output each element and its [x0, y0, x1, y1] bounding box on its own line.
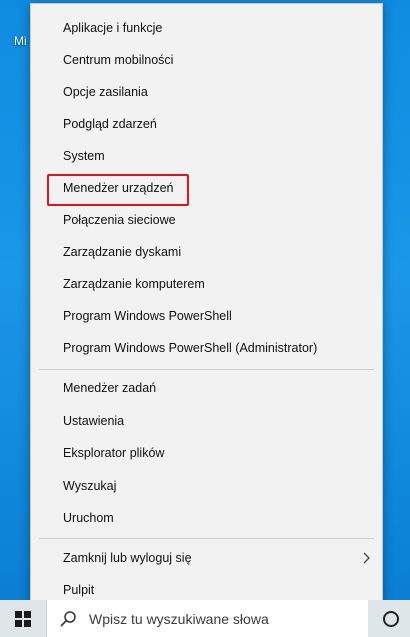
menu-item-zarzadzanie-komputerem[interactable]: Zarządzanie komputerem [31, 268, 382, 300]
menu-item-powershell-admin[interactable]: Program Windows PowerShell (Administrato… [31, 332, 382, 364]
highlight-box [47, 174, 189, 206]
cortana-button[interactable] [378, 606, 403, 631]
menu-item-opcje-zasilania[interactable]: Opcje zasilania [31, 76, 382, 108]
menu-item-menedzer-zadan[interactable]: Menedżer zadań [31, 372, 382, 404]
chevron-right-icon [363, 552, 370, 564]
menu-item-podglad-zdarzen[interactable]: Podgląd zdarzeń [31, 108, 382, 140]
start-button[interactable] [0, 600, 46, 637]
menu-item-centrum-mobilnosci[interactable]: Centrum mobilności [31, 44, 382, 76]
menu-item-powershell[interactable]: Program Windows PowerShell [31, 300, 382, 332]
menu-item-zamknij-lub-wyloguj[interactable]: Zamknij lub wyloguj się [31, 542, 382, 574]
menu-item-zarzadzanie-dyskami[interactable]: Zarządzanie dyskami [31, 236, 382, 268]
search-placeholder: Wpisz tu wyszukiwane słowa [89, 610, 269, 627]
winx-context-menu: Aplikacje i funkcje Centrum mobilności O… [30, 3, 383, 614]
menu-item-aplikacje-i-funkcje[interactable]: Aplikacje i funkcje [31, 12, 382, 44]
menu-separator [39, 538, 374, 539]
menu-item-ustawienia[interactable]: Ustawienia [31, 405, 382, 437]
menu-item-wyszukaj[interactable]: Wyszukaj [31, 470, 382, 502]
menu-item-label: Zamknij lub wyloguj się [63, 551, 192, 565]
search-box[interactable]: Wpisz tu wyszukiwane słowa [46, 600, 368, 637]
menu-separator [39, 369, 374, 370]
menu-item-eksplorator-plikow[interactable]: Eksplorator plików [31, 437, 382, 469]
taskbar: Wpisz tu wyszukiwane słowa [0, 600, 410, 637]
windows-logo-icon [15, 610, 31, 627]
search-icon [60, 610, 76, 627]
menu-item-polaczenia-sieciowe[interactable]: Połączenia sieciowe [31, 204, 382, 236]
desktop-icon-label[interactable]: Mi [14, 34, 27, 48]
menu-item-uruchom[interactable]: Uruchom [31, 502, 382, 534]
cortana-circle-icon [382, 610, 399, 627]
menu-item-system[interactable]: System [31, 140, 382, 172]
